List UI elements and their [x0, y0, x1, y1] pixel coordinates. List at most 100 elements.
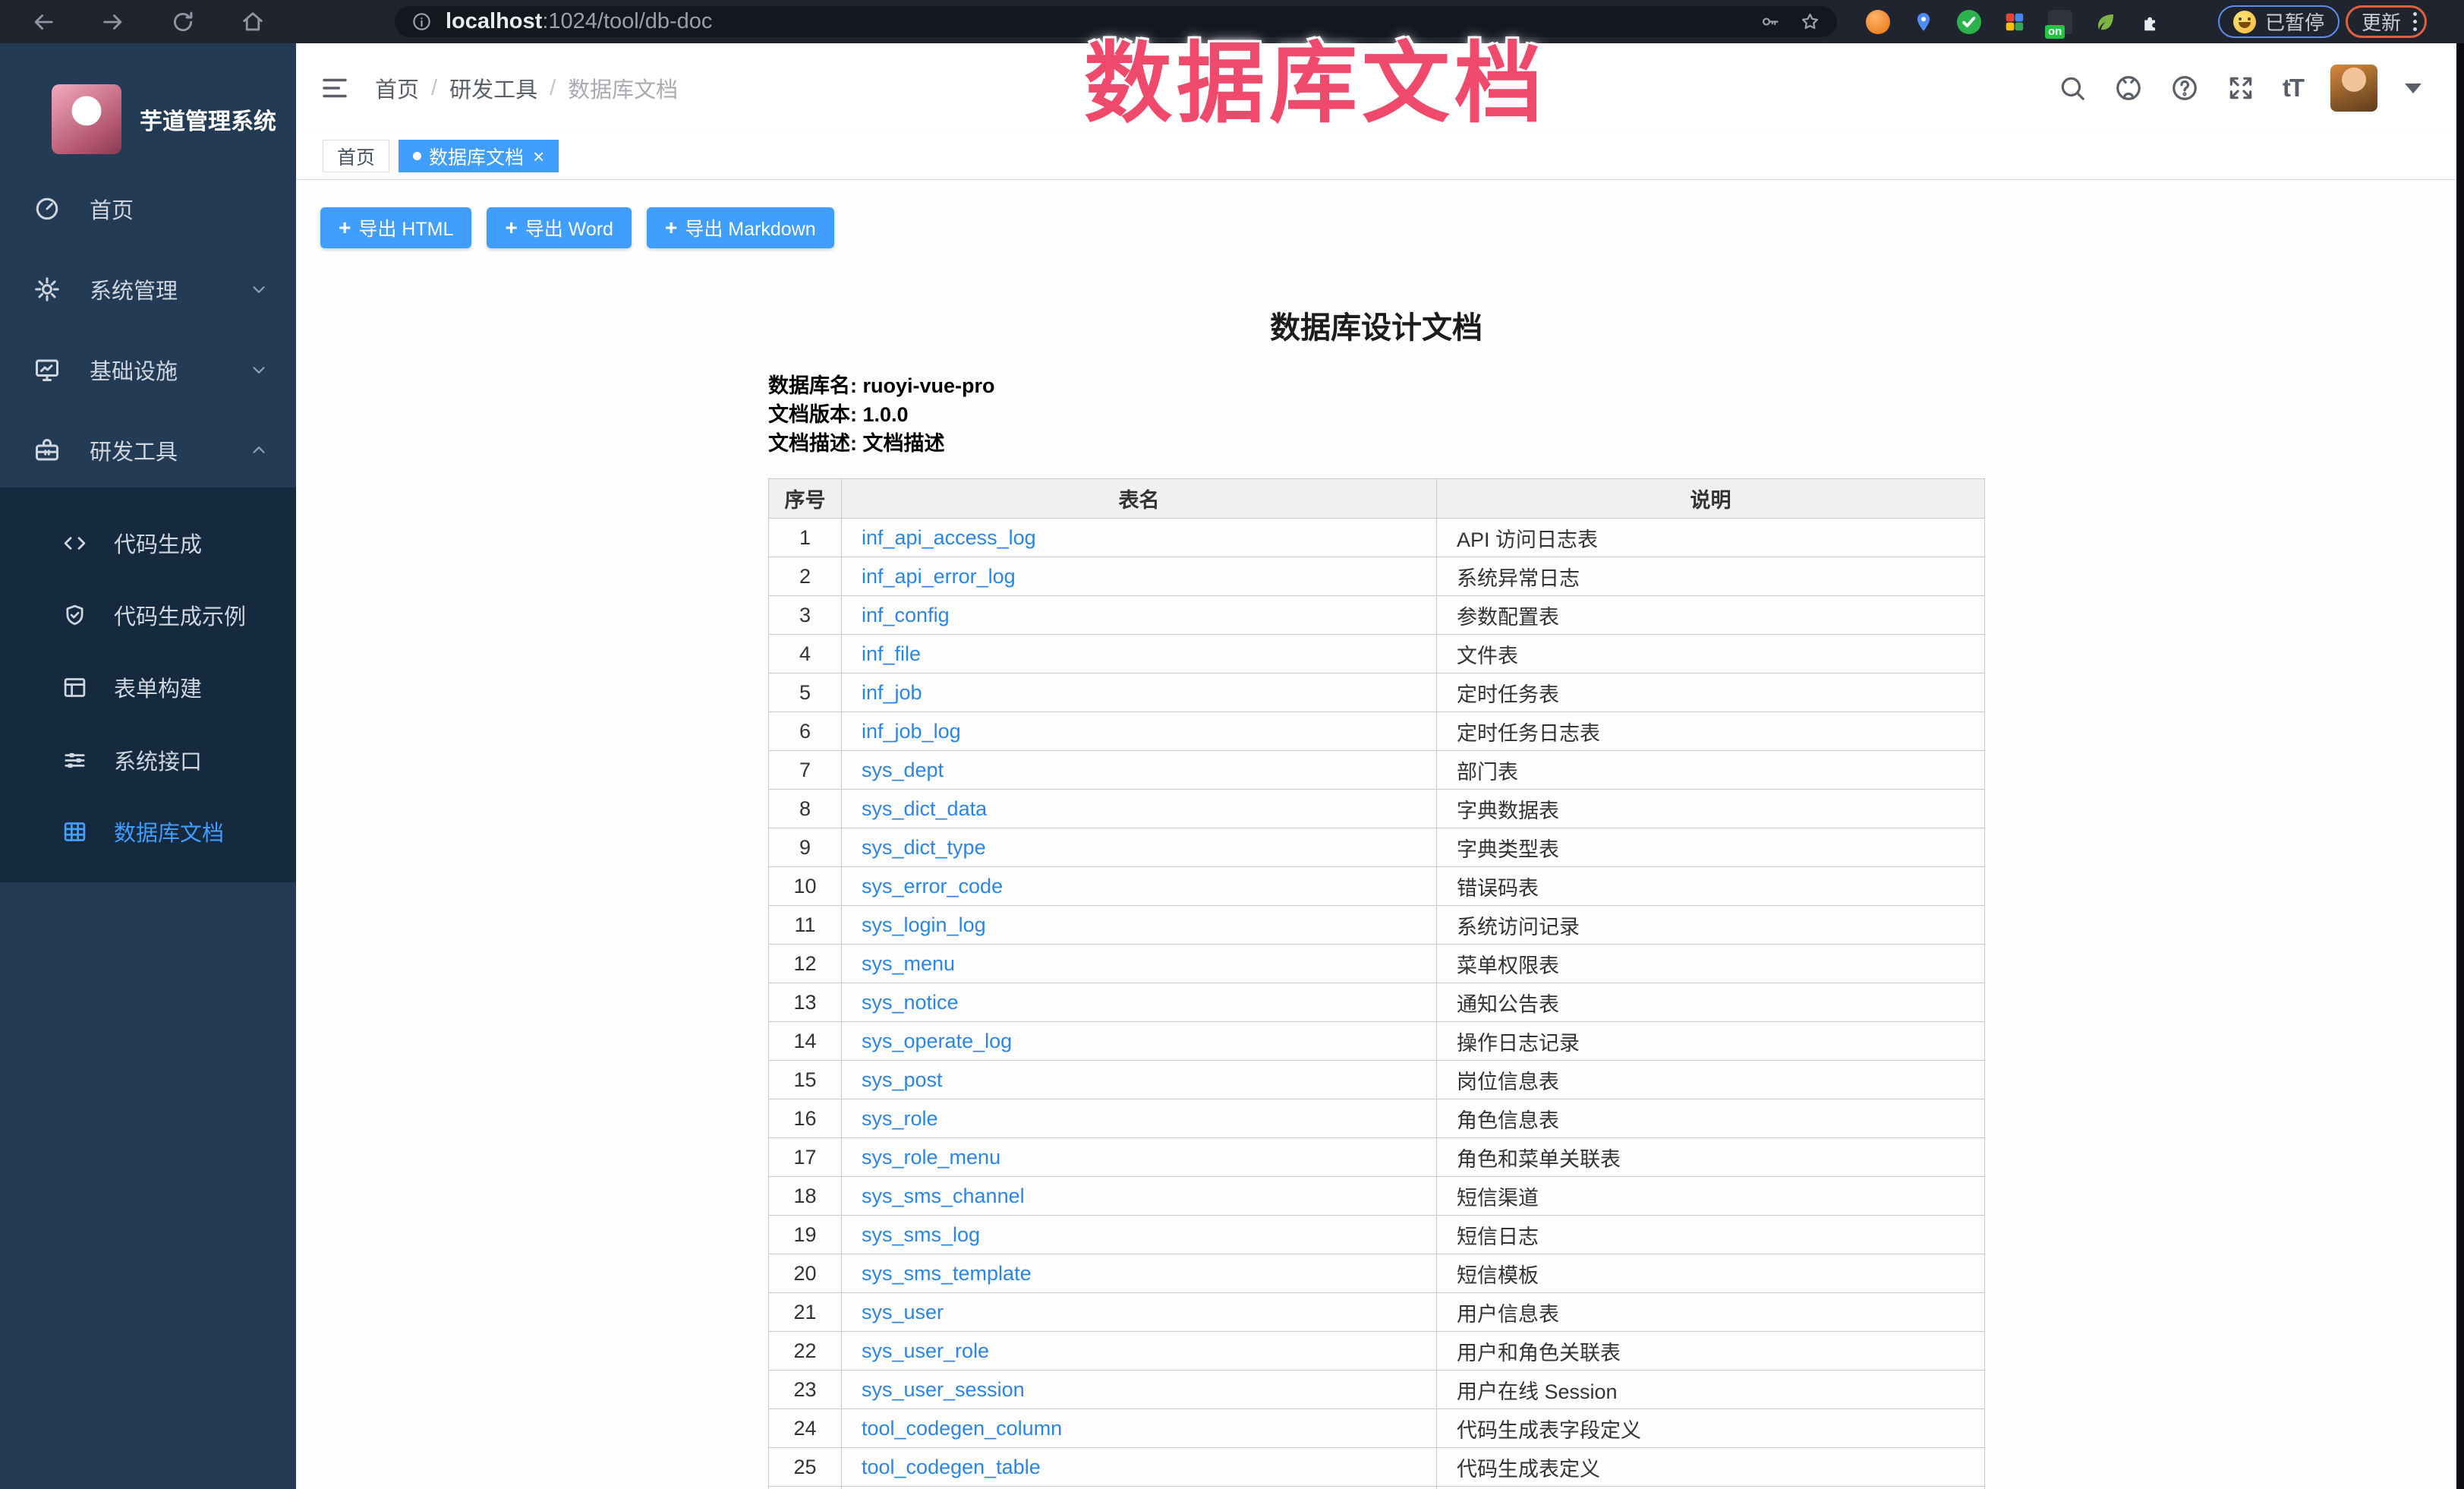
forward-icon[interactable] [100, 9, 126, 35]
sidebar-item-system[interactable]: 系统管理 [0, 251, 296, 327]
sidebar-collapse-icon[interactable] [319, 72, 351, 104]
github-icon[interactable] [2114, 74, 2143, 103]
table-name-link[interactable]: inf_job_log [862, 720, 961, 743]
extension-check-icon[interactable] [1957, 10, 1981, 34]
url-text[interactable]: localhost:1024/tool/db-doc [446, 9, 712, 34]
table-cell-description: 用户信息表 [1437, 1293, 1985, 1332]
breadcrumb-separator: / [431, 76, 437, 101]
tag-首页[interactable]: 首页 [323, 140, 389, 172]
sidebar-item-infra[interactable]: 基础设施 [0, 332, 296, 408]
doc-meta-line: 数据库名: ruoyi-vue-pro [768, 371, 995, 400]
export-button[interactable]: +导出 Markdown [647, 207, 834, 248]
sliders-icon [62, 748, 87, 773]
table-name-link[interactable]: inf_job [862, 681, 922, 704]
table-cell-name: sys_user_role [842, 1332, 1437, 1371]
table-name-link[interactable]: inf_api_access_log [862, 526, 1036, 549]
tag-close-icon[interactable]: × [533, 147, 544, 166]
browser-menu-icon[interactable] [2413, 12, 2417, 31]
table-name-link[interactable]: tool_codegen_column [862, 1417, 1062, 1440]
bookmark-star-icon[interactable] [1800, 11, 1820, 32]
sidebar-subitem-代码生成[interactable]: 代码生成 [0, 507, 296, 579]
table-name-link[interactable]: sys_role_menu [862, 1146, 1000, 1169]
table-name-link[interactable]: sys_operate_log [862, 1030, 1012, 1052]
fullscreen-icon[interactable] [2226, 74, 2255, 103]
table-cell-description: 岗位信息表 [1437, 1061, 1985, 1099]
table-name-link[interactable]: inf_file [862, 642, 921, 665]
back-icon[interactable] [30, 9, 56, 35]
extension-leaf-icon[interactable] [2094, 10, 2118, 34]
table-name-link[interactable]: sys_user_session [862, 1378, 1025, 1401]
table-name-link[interactable]: inf_config [862, 604, 950, 626]
table-name-link[interactable]: sys_menu [862, 952, 955, 975]
table-name-link[interactable]: sys_user_role [862, 1339, 989, 1362]
table-cell-index: 26 [769, 1487, 842, 1489]
table-cell-name: sys_operate_log [842, 1022, 1437, 1061]
table-name-link[interactable]: sys_dict_data [862, 797, 987, 820]
browser-update-chip[interactable]: 更新 [2346, 5, 2427, 38]
table-name-link[interactable]: sys_sms_channel [862, 1185, 1025, 1207]
table-name-link[interactable]: sys_post [862, 1068, 943, 1091]
font-size-icon[interactable]: tT [2283, 74, 2303, 103]
extension-grid-icon[interactable] [2002, 10, 2027, 34]
user-avatar[interactable] [2330, 65, 2377, 112]
reload-icon[interactable] [170, 9, 196, 35]
extension-pin-icon[interactable] [1911, 10, 1936, 34]
table-cell-index: 25 [769, 1448, 842, 1487]
table-name-link[interactable]: tool_codegen_table [862, 1456, 1041, 1478]
profile-paused-chip[interactable]: 已暂停 [2218, 5, 2340, 38]
sidebar-subitem-代码生成示例[interactable]: 代码生成示例 [0, 579, 296, 651]
table-cell-index: 5 [769, 674, 842, 712]
home-icon[interactable] [240, 9, 266, 35]
sidebar-item-devtool[interactable]: 研发工具 [0, 412, 296, 488]
site-info-icon[interactable] [411, 11, 432, 32]
export-button[interactable]: +导出 Word [487, 207, 632, 248]
help-icon[interactable] [2170, 74, 2199, 103]
table-name-link[interactable]: inf_api_error_log [862, 565, 1016, 588]
key-icon[interactable] [1760, 11, 1780, 32]
doc-meta-label: 文档版本: [768, 403, 863, 426]
tag-label: 首页 [337, 143, 375, 170]
table-row: 11sys_login_log系统访问记录 [769, 906, 1985, 945]
chevron-down-icon[interactable] [2405, 84, 2421, 93]
table-name-link[interactable]: sys_dict_type [862, 836, 986, 859]
extension-puzzle-icon[interactable] [2139, 10, 2163, 34]
table-row: 12sys_menu菜单权限表 [769, 945, 1985, 983]
table-name-link[interactable]: sys_sms_log [862, 1223, 980, 1246]
sidebar-subitem-label: 系统接口 [114, 744, 202, 776]
sidebar-item-home[interactable]: 首页 [0, 171, 296, 247]
extension-orange-icon[interactable] [1866, 10, 1890, 34]
chevron-up-icon [249, 440, 269, 460]
table-cell-name: tool_test_demo [842, 1487, 1437, 1489]
sidebar-subitem-系统接口[interactable]: 系统接口 [0, 724, 296, 796]
breadcrumb: 首页/研发工具/数据库文档 [375, 43, 678, 133]
table-name-link[interactable]: sys_dept [862, 759, 944, 781]
table-cell-description: 操作日志记录 [1437, 1022, 1985, 1061]
table-name-link[interactable]: sys_sms_template [862, 1262, 1032, 1285]
app-logo-row[interactable]: 芋道管理系统 [0, 74, 296, 165]
table-row: 20sys_sms_template短信模板 [769, 1254, 1985, 1293]
table-name-link[interactable]: sys_role [862, 1107, 938, 1130]
extension-on-icon[interactable]: on [2048, 10, 2072, 34]
breadcrumb-item[interactable]: 首页 [375, 72, 419, 104]
sidebar-subitem-表单构建[interactable]: 表单构建 [0, 651, 296, 723]
table-name-link[interactable]: sys_notice [862, 991, 959, 1014]
tag-数据库文档[interactable]: 数据库文档× [399, 140, 559, 172]
doc-meta-line: 文档版本: 1.0.0 [768, 400, 995, 429]
table-cell-name: sys_role_menu [842, 1138, 1437, 1177]
table-cell-description: 文件表 [1437, 635, 1985, 674]
table-cell-description: 短信渠道 [1437, 1177, 1985, 1216]
sidebar-subitem-label: 代码生成示例 [114, 599, 246, 631]
page-scrollbar[interactable] [2456, 43, 2464, 1489]
table-row: 4inf_file文件表 [769, 635, 1985, 674]
sidebar-subitem-数据库文档[interactable]: 数据库文档 [0, 796, 296, 867]
export-button[interactable]: +导出 HTML [320, 207, 471, 248]
plus-icon: + [339, 216, 351, 240]
table-name-link[interactable]: sys_error_code [862, 875, 1003, 898]
main-content: +导出 HTML+导出 Word+导出 Markdown 数据库设计文档 数据库… [296, 180, 2464, 1489]
search-icon[interactable] [2058, 74, 2087, 103]
table-name-link[interactable]: sys_login_log [862, 913, 986, 936]
breadcrumb-item[interactable]: 研发工具 [449, 72, 537, 104]
table-cell-description: 字典类型表 [1437, 1487, 1985, 1489]
table-row: 24tool_codegen_column代码生成表字段定义 [769, 1409, 1985, 1448]
table-name-link[interactable]: sys_user [862, 1301, 944, 1323]
